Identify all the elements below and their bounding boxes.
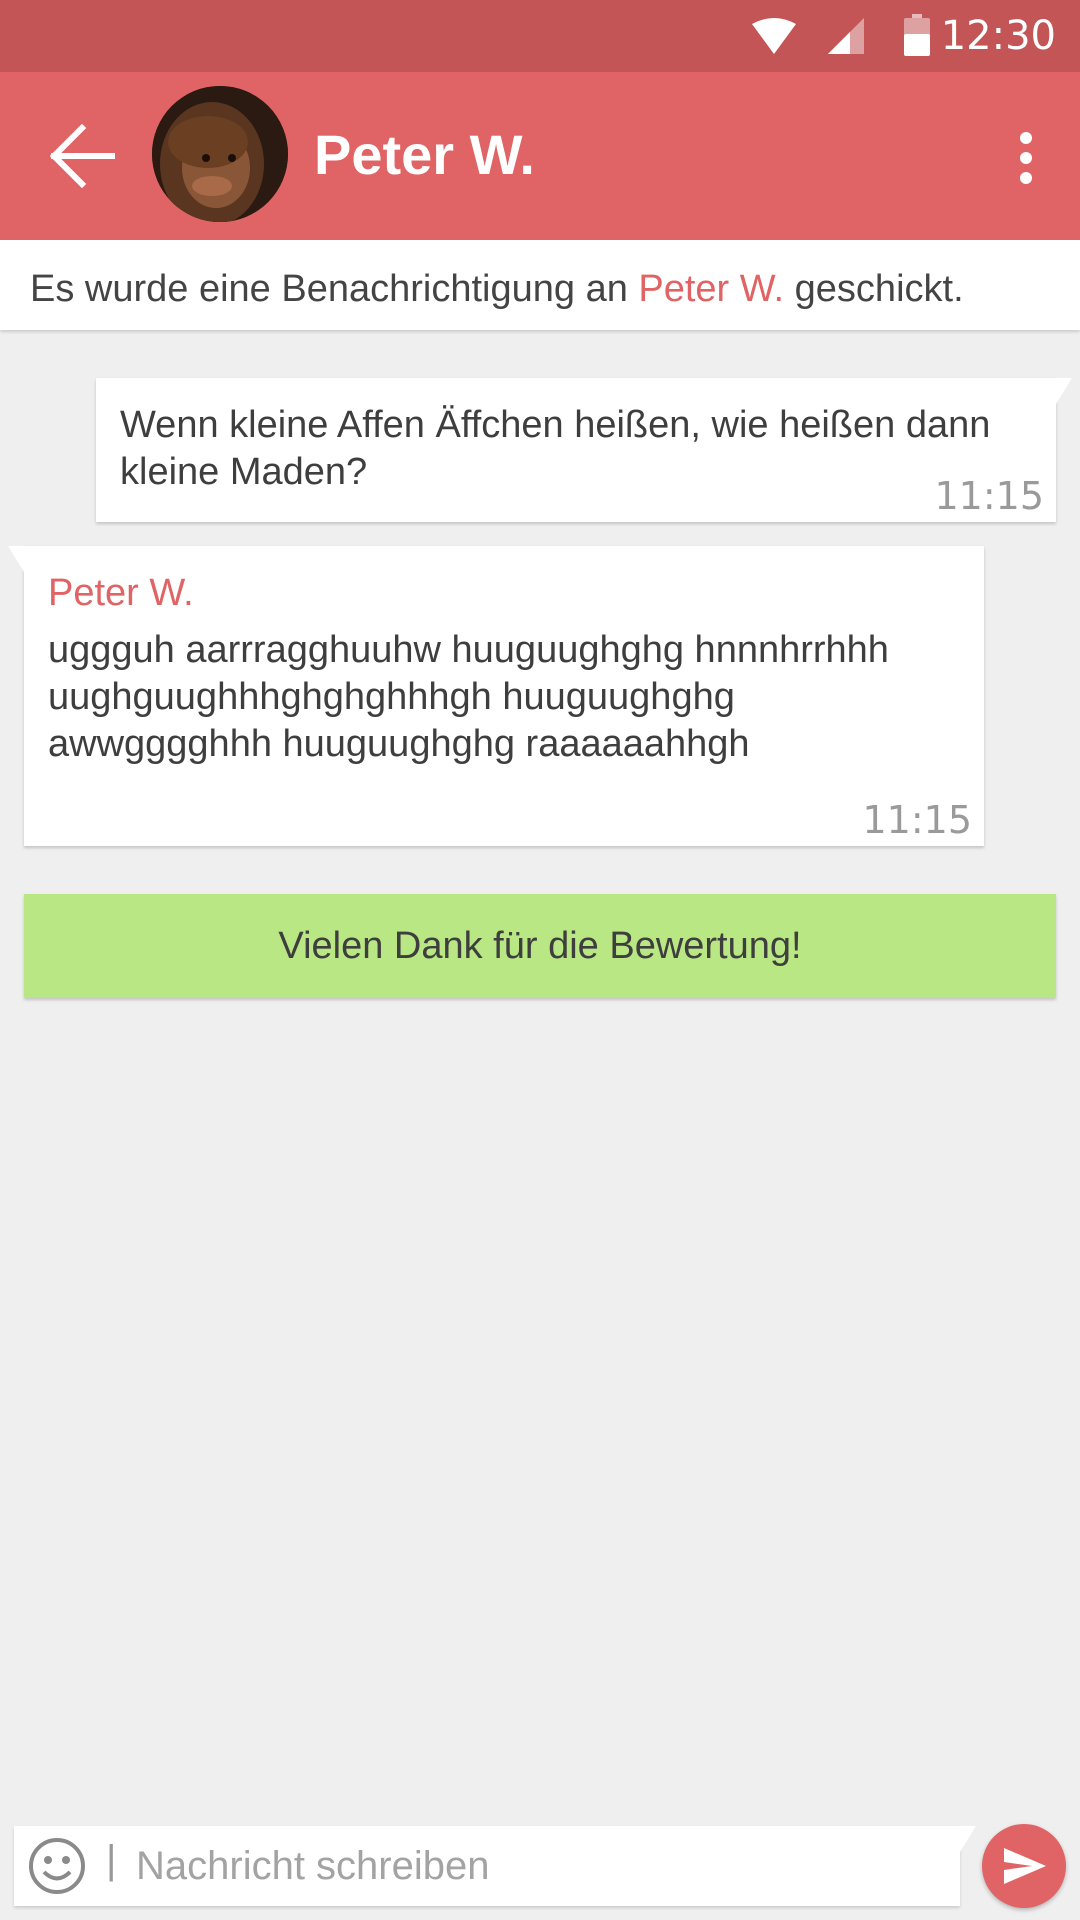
message-text: uggguh aarrragghuuhw huuguughghg hnnnhrr… (48, 629, 889, 765)
message-composer: | (14, 1826, 976, 1906)
notice-prefix: Es wurde eine Benachrichtigung an (30, 268, 639, 310)
battery-icon (904, 14, 930, 56)
message-time: 11:15 (862, 798, 972, 842)
notice-contact-name: Peter W. (638, 268, 785, 310)
notice-suffix: geschickt. (784, 268, 964, 310)
contact-name: Peter W. (314, 123, 535, 186)
message-time: 11:15 (934, 474, 1044, 518)
wifi-icon (752, 18, 796, 54)
status-time: 12:30 (940, 13, 1056, 59)
back-arrow-icon[interactable] (50, 124, 116, 188)
input-caret: | (106, 1838, 117, 1882)
notification-notice: Es wurde eine Benachrichtigung an Peter … (0, 240, 1080, 330)
message-input[interactable] (134, 1834, 934, 1898)
avatar[interactable] (152, 86, 288, 222)
message-text: Wenn kleine Affen Äffchen heißen, wie he… (120, 404, 991, 493)
message-sender: Peter W. (48, 572, 194, 614)
outgoing-message[interactable]: Wenn kleine Affen Äffchen heißen, wie he… (96, 378, 1072, 522)
overflow-menu-icon[interactable] (1006, 130, 1046, 186)
app-bar: Peter W. (0, 72, 1080, 240)
emoji-icon[interactable] (28, 1837, 86, 1895)
rating-banner: Vielen Dank für die Bewertung! (24, 894, 1056, 998)
send-icon (1004, 1848, 1046, 1884)
cell-signal-icon (828, 18, 864, 54)
incoming-message[interactable]: Peter W. uggguh aarrragghuuhw huuguughgh… (8, 546, 984, 846)
send-button[interactable] (982, 1824, 1066, 1908)
status-bar: 12:30 (0, 0, 1080, 72)
